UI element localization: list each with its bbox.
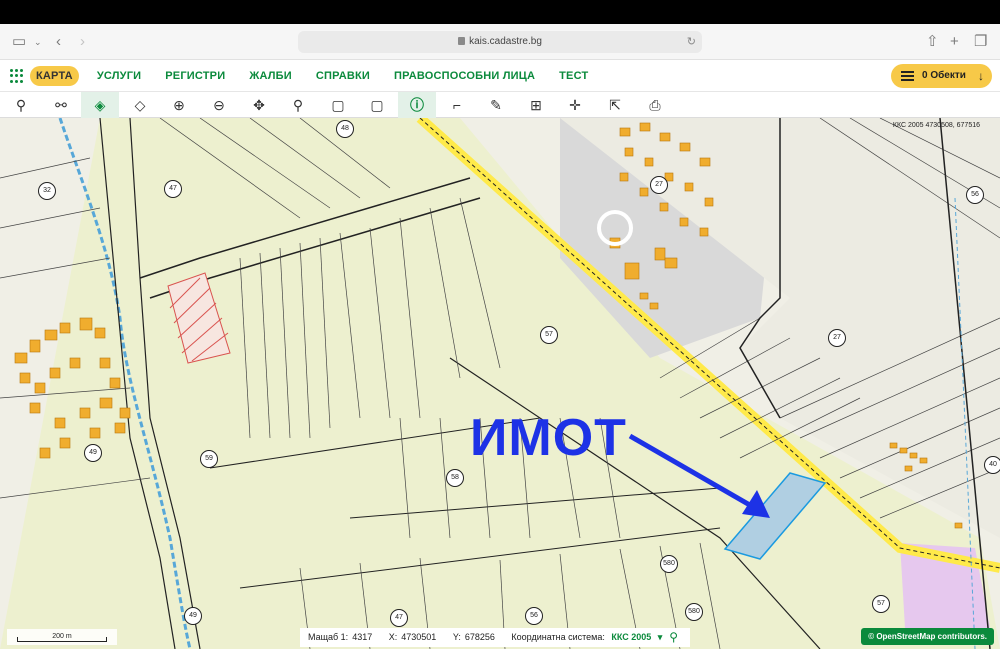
- search-icon: ⚲: [15, 97, 27, 113]
- export-tool[interactable]: ⇱: [596, 92, 634, 118]
- layers-active-tool[interactable]: ◈: [81, 92, 119, 118]
- apps-grid-icon[interactable]: [10, 69, 24, 83]
- info-tool[interactable]: ⓘ: [398, 92, 436, 118]
- nav-item-2[interactable]: РЕГИСТРИ: [159, 66, 231, 86]
- rectangle-select-icon: ▢: [331, 97, 345, 113]
- tabs-overview-icon[interactable]: ❐: [974, 32, 987, 52]
- pan-icon: ✥: [253, 97, 265, 113]
- menu-bars-icon: [901, 71, 914, 81]
- draw-icon: ✎: [490, 97, 502, 113]
- route-icon: ⚯: [55, 97, 67, 113]
- nav-item-4[interactable]: СПРАВКИ: [310, 66, 376, 86]
- nav-item-1[interactable]: УСЛУГИ: [91, 66, 147, 86]
- nav-item-0[interactable]: КАРТА: [30, 66, 79, 86]
- zoom-out-tool[interactable]: ⊖: [200, 92, 238, 118]
- layers-active-icon: ◈: [94, 97, 106, 113]
- location-pin-icon: ⚲: [292, 97, 304, 113]
- parcel-label[interactable]: 47: [164, 180, 182, 198]
- attribution-badge[interactable]: © OpenStreetMap contributors.: [861, 628, 994, 645]
- new-tab-icon[interactable]: +: [950, 32, 959, 52]
- reload-icon[interactable]: ↻: [687, 31, 696, 53]
- map-icon: ⊞: [530, 97, 542, 113]
- back-icon[interactable]: ‹: [56, 32, 61, 52]
- zoom-out-icon: ⊖: [213, 97, 225, 113]
- measure-icon: ⌐: [452, 97, 462, 113]
- y-label: Y:: [452, 632, 461, 642]
- map-tool[interactable]: ⊞: [517, 92, 555, 118]
- parcel-label[interactable]: 27: [650, 176, 668, 194]
- rectangle-deselect-tool[interactable]: ▢: [358, 92, 396, 118]
- crs-value: ККС 2005: [611, 632, 652, 642]
- info-icon: ⓘ: [410, 97, 424, 113]
- measure-tool[interactable]: ⌐: [438, 92, 476, 118]
- crosshair-tool[interactable]: ✛: [556, 92, 594, 118]
- parcel-label[interactable]: 580: [685, 603, 703, 621]
- share-icon[interactable]: ⇧: [926, 32, 939, 52]
- main-navigation: КАРТА УСЛУГИ РЕГИСТРИ ЖАЛБИ СПРАВКИ ПРАВОСПОС…: [0, 60, 1000, 92]
- url-text: kais.cadastre.bg: [469, 36, 542, 47]
- screen: ▭ ⌄ ‹ › kais.cadastre.bg ↻ ⇧ + ❐ КАРТА УС…: [0, 0, 1000, 649]
- parcel-label[interactable]: 49: [84, 444, 102, 462]
- nav-item-3[interactable]: ЖАЛБИ: [243, 66, 298, 86]
- layers-tool[interactable]: ◇: [121, 92, 159, 118]
- property-annotation: ИМОТ: [470, 409, 627, 467]
- address-bar[interactable]: kais.cadastre.bg ↻: [298, 31, 702, 53]
- lock-icon: [458, 37, 466, 45]
- status-bar: Мащаб 1: 4317 X: 4730501 Y: 678256 Координа…: [300, 628, 690, 647]
- search-coordinates-icon[interactable]: ⚲: [669, 628, 678, 647]
- parcel-label[interactable]: 580: [660, 555, 678, 573]
- rectangle-select-tool[interactable]: ▢: [319, 92, 357, 118]
- scale-bar: 200 m: [7, 629, 117, 645]
- nav-item-6[interactable]: ТЕСТ: [553, 66, 594, 86]
- parcel-label[interactable]: 27: [828, 329, 846, 347]
- export-icon: ⇱: [609, 97, 621, 113]
- y-value: 678256: [464, 632, 495, 642]
- parcel-label[interactable]: 58: [446, 469, 464, 487]
- sidebar-icon[interactable]: ▭: [12, 32, 26, 52]
- parcel-label[interactable]: 40: [984, 456, 1000, 474]
- scale-value: 4317: [352, 632, 373, 642]
- parcel-label[interactable]: 56: [966, 186, 984, 204]
- map-toolbar: ⚲ ⚯ ◈ ◇ ⊕ ⊖ ✥ ⚲ ▢ ▢ ⓘ ⌐ ✎ ⊞ ✛ ⇱ ⎙: [0, 92, 1000, 118]
- crs-label: Координатна система:: [511, 632, 605, 642]
- crs-select[interactable]: ККС 2005 ▾: [611, 632, 662, 642]
- parcel-label[interactable]: 32: [38, 182, 56, 200]
- parcel-label[interactable]: 48: [336, 120, 354, 138]
- scale-label: Мащаб 1:: [308, 632, 349, 642]
- forward-icon[interactable]: ›: [80, 32, 85, 52]
- zoom-in-icon: ⊕: [173, 97, 185, 113]
- parcel-label[interactable]: 49: [184, 607, 202, 625]
- map-canvas: [0, 118, 1000, 649]
- chevron-down-icon[interactable]: ⌄: [34, 32, 42, 52]
- parcel-label[interactable]: 56: [525, 607, 543, 625]
- cadastral-map[interactable]: ККС 2005 4730508, 677516 48 47 32 27 57 …: [0, 118, 1000, 649]
- arrow-down-icon: ↓: [978, 69, 984, 83]
- objects-button[interactable]: 0 Обекти ↓: [891, 64, 992, 88]
- parcel-label[interactable]: 47: [390, 609, 408, 627]
- parcel-label[interactable]: 57: [872, 595, 890, 613]
- print-icon: ⎙: [649, 97, 661, 113]
- pan-tool[interactable]: ✥: [240, 92, 278, 118]
- parcel-label[interactable]: 57: [540, 326, 558, 344]
- crosshair-icon: ✛: [569, 97, 581, 113]
- search-tool[interactable]: ⚲: [2, 92, 40, 118]
- objects-count-label: 0 Обекти: [922, 70, 966, 81]
- route-tool[interactable]: ⚯: [42, 92, 80, 118]
- top-coordinates: ККС 2005 4730508, 677516: [892, 122, 980, 129]
- menu-bar: КАРТА УСЛУГИ РЕГИСТРИ ЖАЛБИ СПРАВКИ ПРАВОСПОС…: [30, 66, 594, 86]
- rectangle-deselect-icon: ▢: [370, 97, 384, 113]
- nav-item-5[interactable]: ПРАВОСПОСОБНИ ЛИЦА: [388, 66, 541, 86]
- browser-toolbar: ▭ ⌄ ‹ › kais.cadastre.bg ↻ ⇧ + ❐: [0, 24, 1000, 60]
- zoom-in-tool[interactable]: ⊕: [160, 92, 198, 118]
- print-tool[interactable]: ⎙: [636, 92, 674, 118]
- parcel-label[interactable]: 59: [200, 450, 218, 468]
- draw-tool[interactable]: ✎: [477, 92, 515, 118]
- x-value: 4730501: [401, 632, 437, 642]
- location-tool[interactable]: ⚲: [279, 92, 317, 118]
- layers-icon: ◇: [134, 97, 146, 113]
- x-label: X:: [388, 632, 398, 642]
